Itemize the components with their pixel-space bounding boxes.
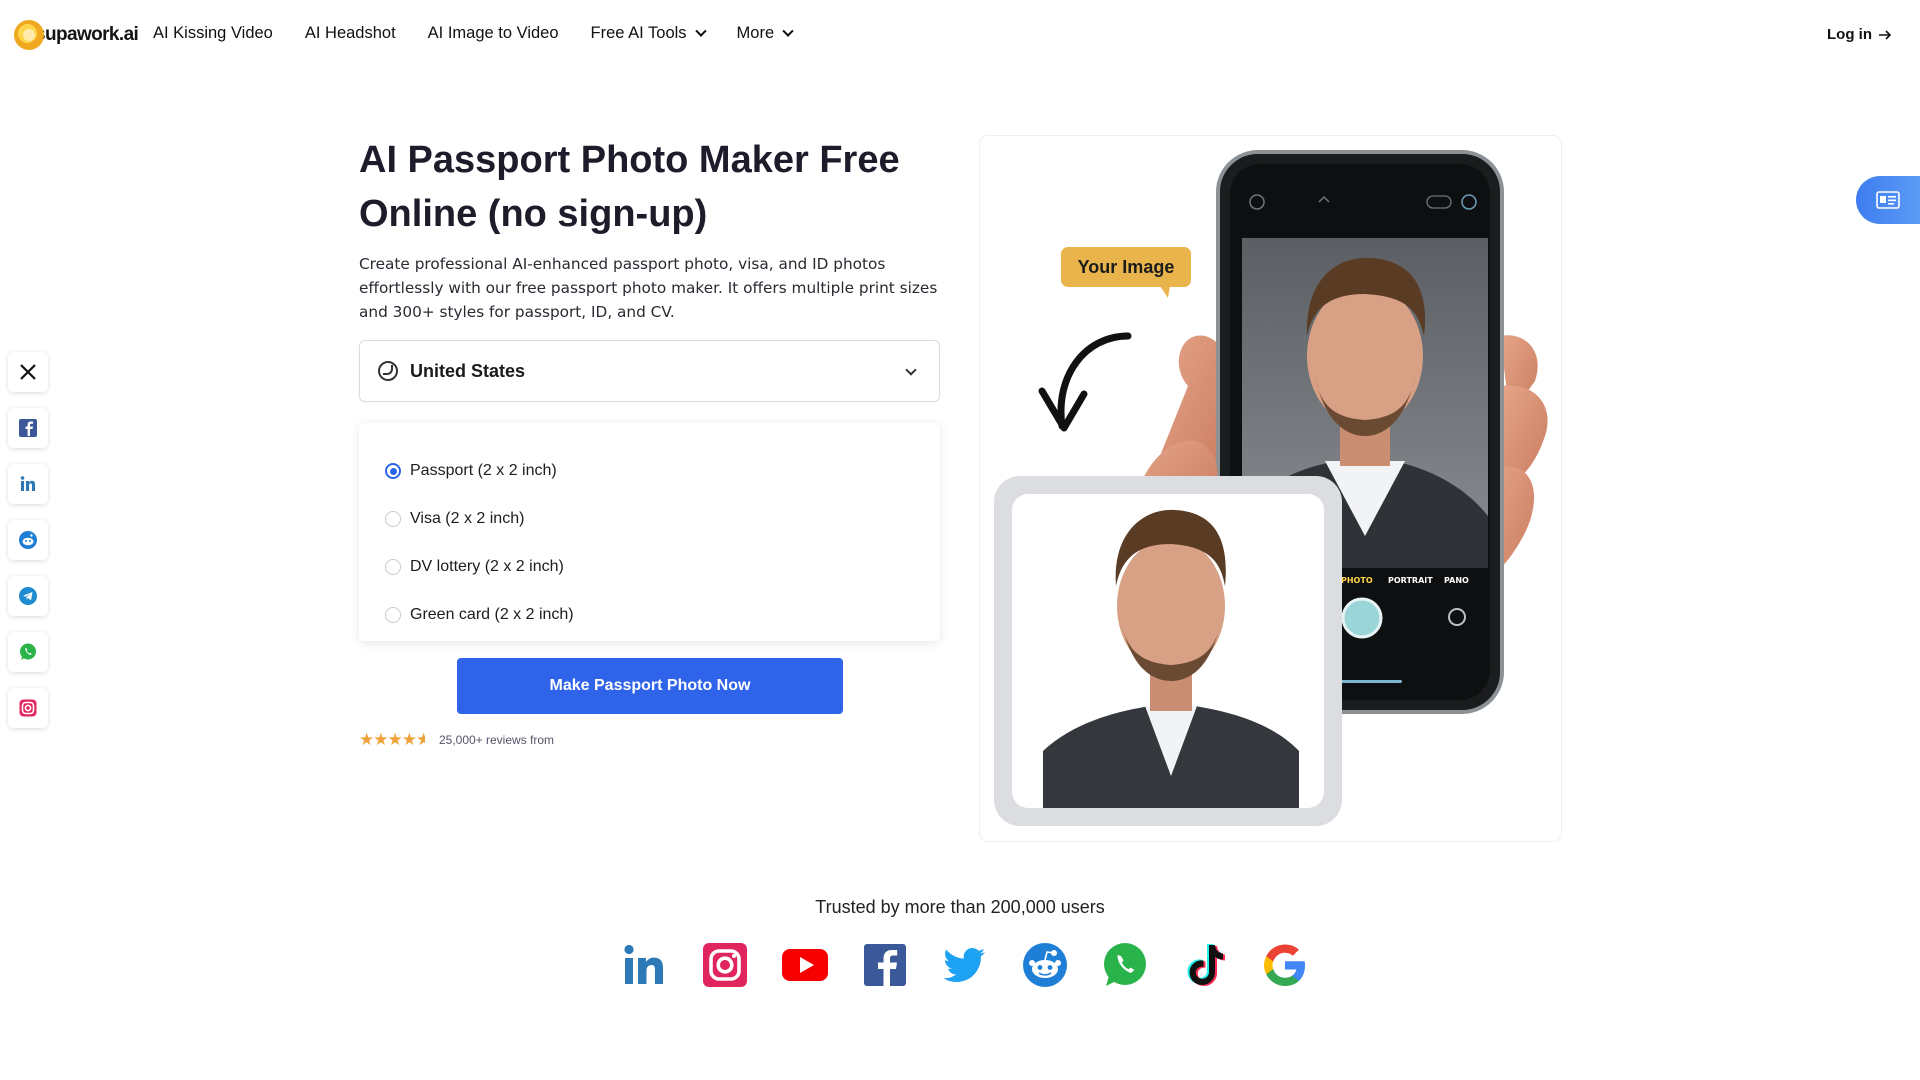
rating: ★★★★★ 25,000+ reviews from xyxy=(359,730,554,750)
instagram-icon xyxy=(19,699,37,717)
star-rating-icon: ★★★★★ xyxy=(359,730,425,749)
your-image-bubble-text: Your Image xyxy=(1078,257,1175,277)
x-icon xyxy=(20,364,36,380)
option-passport[interactable]: Passport (2 x 2 inch) xyxy=(385,447,940,495)
nav-item-ai-headshot[interactable]: AI Headshot xyxy=(305,24,396,43)
share-facebook-button[interactable] xyxy=(8,408,48,448)
radio[interactable] xyxy=(385,511,401,527)
logo-icon xyxy=(14,20,44,50)
facebook-icon xyxy=(864,944,906,986)
radio-selected[interactable] xyxy=(385,463,401,479)
share-whatsapp-button[interactable] xyxy=(8,632,48,672)
brand-facebook xyxy=(860,940,910,990)
brand-youtube xyxy=(780,940,830,990)
radio[interactable] xyxy=(385,607,401,623)
nav-item-label: AI Image to Video xyxy=(427,24,559,42)
document-type-options: Passport (2 x 2 inch) Visa (2 x 2 inch) … xyxy=(359,423,940,641)
instagram-icon xyxy=(703,943,747,987)
country-select[interactable]: United States xyxy=(359,340,940,402)
option-label: Passport (2 x 2 inch) xyxy=(410,462,557,479)
share-reddit-button[interactable] xyxy=(8,520,48,560)
chevron-down-icon xyxy=(782,25,794,37)
hero-illustration: PHOTO PORTRAIT PANO Your Image xyxy=(980,136,1561,841)
option-label: DV lottery (2 x 2 inch) xyxy=(410,558,564,575)
chevron-down-icon xyxy=(905,364,917,376)
page-title: AI Passport Photo Maker Free Online (no … xyxy=(359,139,900,235)
brand-logos xyxy=(620,940,1310,990)
phone-illustration: PHOTO PORTRAIT PANO Your Image xyxy=(994,150,1548,826)
share-x-button[interactable] xyxy=(8,352,48,392)
brand-reddit xyxy=(1020,940,1070,990)
share-linkedin-button[interactable] xyxy=(8,464,48,504)
svg-text:PANO: PANO xyxy=(1444,576,1469,585)
brand-tiktok xyxy=(1180,940,1230,990)
linkedin-icon xyxy=(20,476,35,491)
linkedin-icon xyxy=(624,944,663,984)
facebook-icon xyxy=(19,419,37,437)
trusted-text: Trusted by more than 200,000 users xyxy=(815,897,1105,917)
svg-text:PHOTO: PHOTO xyxy=(1341,576,1373,585)
nav-item-label: AI Kissing Video xyxy=(153,24,273,42)
top-nav: supawork.ai AI Kissing Video AI Headshot… xyxy=(0,0,1920,70)
option-green-card[interactable]: Green card (2 x 2 inch) xyxy=(385,591,940,639)
id-card-icon xyxy=(1876,191,1900,209)
nav-item-more[interactable]: More xyxy=(736,24,794,43)
globe-icon xyxy=(378,361,398,381)
brand-google xyxy=(1260,940,1310,990)
google-icon xyxy=(1264,944,1305,986)
brand-whatsapp xyxy=(1100,940,1150,990)
brand-twitter xyxy=(940,940,990,990)
chevron-down-icon xyxy=(694,25,707,37)
nav-item-free-ai-tools[interactable]: Free AI Tools xyxy=(590,24,707,43)
make-passport-photo-button[interactable]: Make Passport Photo Now xyxy=(457,658,843,714)
brand-linkedin xyxy=(620,940,670,990)
brand-instagram xyxy=(700,940,750,990)
twitter-icon xyxy=(943,948,985,982)
reddit-icon xyxy=(19,531,37,549)
id-card-float-button[interactable] xyxy=(1856,176,1920,224)
option-label: Visa (2 x 2 inch) xyxy=(410,510,525,527)
nav-item-label: AI Headshot xyxy=(304,24,396,42)
share-telegram-button[interactable] xyxy=(8,576,48,616)
login-label: Log in xyxy=(1827,26,1872,43)
logo[interactable]: supawork.ai xyxy=(14,20,139,50)
whatsapp-icon xyxy=(20,643,36,660)
telegram-icon xyxy=(19,587,37,605)
reviews-text: 25,000+ reviews from xyxy=(438,733,555,747)
youtube-icon xyxy=(782,949,828,981)
svg-text:PORTRAIT: PORTRAIT xyxy=(1388,576,1433,585)
option-label: Green card (2 x 2 inch) xyxy=(410,606,574,623)
whatsapp-icon xyxy=(1104,943,1146,986)
radio[interactable] xyxy=(385,559,401,575)
nav-item-ai-kissing-video[interactable]: AI Kissing Video xyxy=(153,24,273,43)
hero-description: Create professional AI-enhanced passport… xyxy=(359,255,938,321)
option-dv-lottery[interactable]: DV lottery (2 x 2 inch) xyxy=(385,543,940,591)
arrow-right-icon xyxy=(1879,29,1892,40)
share-sidebar xyxy=(8,352,48,728)
nav-item-ai-image-to-video[interactable]: AI Image to Video xyxy=(428,24,559,43)
country-value: United States xyxy=(410,360,526,381)
share-instagram-button[interactable] xyxy=(8,688,48,728)
tiktok-icon xyxy=(1187,944,1225,986)
nav-item-label: Free AI Tools xyxy=(590,24,687,42)
reddit-icon xyxy=(1023,943,1067,987)
nav-item-label: More xyxy=(736,24,775,42)
logo-text: supawork.ai xyxy=(35,24,139,45)
login-button[interactable]: Log in xyxy=(1827,26,1892,43)
option-visa[interactable]: Visa (2 x 2 inch) xyxy=(385,495,940,543)
main-nav: AI Kissing Video AI Headshot AI Image to… xyxy=(153,24,794,43)
